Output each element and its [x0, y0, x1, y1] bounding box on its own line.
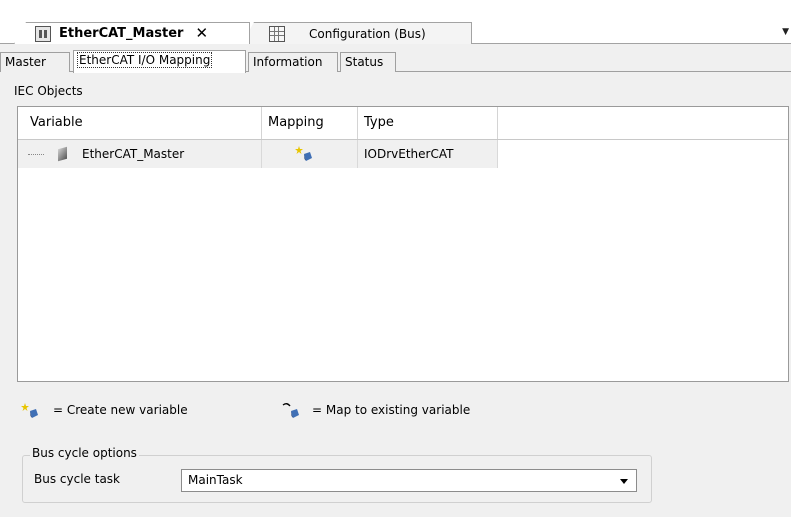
bus-cycle-options-title: Bus cycle options — [30, 446, 139, 460]
table-icon — [269, 25, 285, 42]
bus-cycle-task-value: MainTask — [188, 473, 243, 487]
grid-header: Variable Mapping Type — [18, 107, 788, 140]
tab-label: Master — [5, 55, 46, 69]
tab-master[interactable]: Master — [0, 52, 70, 72]
editor-tab-configuration-bus[interactable]: Configuration (Bus) — [242, 22, 472, 44]
chevron-down-icon[interactable] — [620, 479, 628, 484]
variable-name: EtherCAT_Master — [82, 147, 185, 161]
column-header-variable[interactable]: Variable — [18, 107, 262, 139]
variable-icon — [58, 146, 67, 162]
column-header-type[interactable]: Type — [358, 107, 498, 139]
device-icon — [35, 25, 51, 42]
tab-label: Status — [345, 55, 384, 69]
tab-label: EtherCAT I/O Mapping — [76, 52, 213, 68]
editor-tab-label: Configuration (Bus) — [309, 26, 426, 41]
tab-overflow-chevron-down-icon[interactable]: ▼ — [782, 27, 789, 37]
create-new-variable-icon — [21, 403, 38, 418]
legend-create-new-variable: = Create new variable — [53, 403, 188, 417]
bus-cycle-task-label: Bus cycle task — [34, 472, 120, 486]
table-row[interactable]: EtherCAT_Master IODrvEtherCAT — [18, 140, 498, 168]
tab-status[interactable]: Status — [340, 52, 396, 72]
device-editor-tabs: Master EtherCAT I/O Mapping Information … — [0, 44, 791, 73]
bus-cycle-task-select[interactable]: MainTask — [181, 469, 637, 492]
tab-label: Information — [253, 55, 323, 69]
editor-tab-label: EtherCAT_Master — [59, 26, 184, 41]
cell-mapping[interactable] — [262, 140, 358, 168]
create-new-variable-icon — [295, 146, 312, 161]
close-icon[interactable]: ✕ — [195, 26, 208, 41]
tree-connector — [28, 154, 44, 155]
map-to-existing-variable-icon — [282, 403, 299, 418]
legend-map-to-existing-variable: = Map to existing variable — [312, 403, 471, 417]
iec-objects-title: IEC Objects — [14, 84, 83, 98]
tab-information[interactable]: Information — [248, 52, 338, 72]
cell-variable: EtherCAT_Master — [18, 140, 262, 168]
column-header-mapping[interactable]: Mapping — [262, 107, 358, 139]
tab-ethercat-io-mapping[interactable]: EtherCAT I/O Mapping — [73, 50, 246, 73]
cell-type: IODrvEtherCAT — [358, 140, 498, 168]
editor-tab-ethercat-master[interactable]: EtherCAT_Master ✕ — [14, 22, 250, 44]
editor-tab-strip: EtherCAT_Master ✕ Configuration (Bus) — [0, 0, 791, 44]
